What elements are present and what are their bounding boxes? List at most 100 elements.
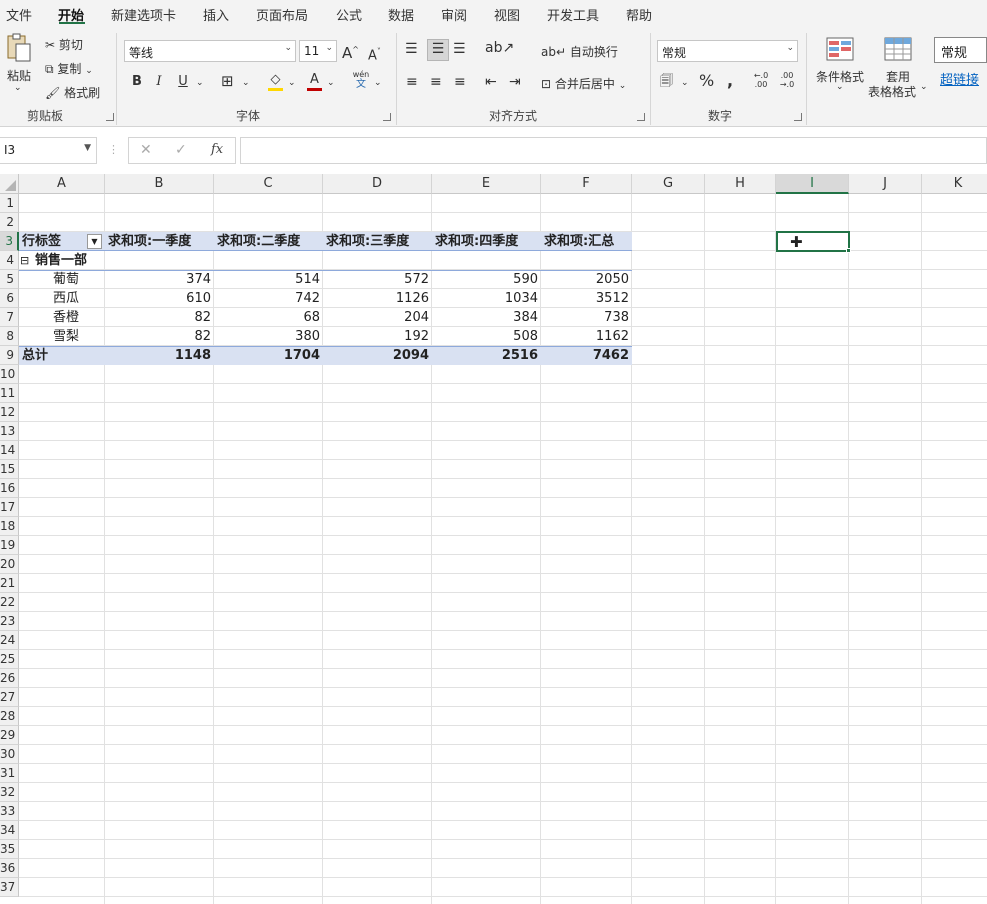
row-header-31[interactable]: 31: [0, 764, 19, 783]
tab-review[interactable]: 审阅: [441, 5, 467, 24]
tab-formulas[interactable]: 公式: [336, 5, 362, 24]
fill-color-icon[interactable]: ◇: [268, 71, 283, 91]
row-header-8[interactable]: 8: [0, 327, 19, 346]
chevron-down-icon[interactable]: ⌄: [288, 74, 296, 92]
tab-view[interactable]: 视图: [494, 5, 520, 24]
spreadsheet-grid[interactable]: ABCDEFGHIJK 1 2 3 4 5 6 7 8 9 10 11 12 13 14 15 16 17 18 1…: [0, 174, 987, 904]
row-header-7[interactable]: 7: [0, 308, 19, 327]
column-header-h[interactable]: H: [705, 174, 776, 194]
fill-handle[interactable]: [846, 248, 851, 253]
chevron-down-icon[interactable]: ⌄: [836, 82, 844, 92]
drag-handle-icon[interactable]: ⋮: [108, 143, 119, 156]
row-header-24[interactable]: 24: [0, 631, 19, 650]
conditional-format-icon[interactable]: [826, 37, 856, 63]
row-header-23[interactable]: 23: [0, 612, 19, 631]
number-format-select[interactable]: 常规 ⌄: [657, 40, 798, 62]
align-middle-icon[interactable]: ☰: [427, 39, 449, 61]
column-header-d[interactable]: D: [323, 174, 432, 194]
row-header-20[interactable]: 20: [0, 555, 19, 574]
column-header-k[interactable]: K: [922, 174, 987, 194]
align-bottom-icon[interactable]: ☰: [453, 40, 466, 58]
row-header-16[interactable]: 16: [0, 479, 19, 498]
cell-style-normal[interactable]: 常规: [934, 37, 987, 63]
cancel-icon[interactable]: ✕: [140, 142, 152, 158]
font-color-icon[interactable]: A: [307, 71, 322, 91]
column-header-a[interactable]: A: [19, 174, 105, 194]
column-header-b[interactable]: B: [105, 174, 214, 194]
merge-center-button[interactable]: ⊡ 合并后居中 ⌄: [541, 75, 626, 92]
column-header-c[interactable]: C: [214, 174, 323, 194]
row-header-19[interactable]: 19: [0, 536, 19, 555]
enter-icon[interactable]: ✓: [175, 142, 187, 158]
font-name-select[interactable]: 等线 ⌄: [124, 40, 296, 62]
align-top-icon[interactable]: ☰: [405, 40, 418, 58]
row-header-11[interactable]: 11: [0, 384, 19, 403]
percent-button[interactable]: %: [699, 72, 714, 90]
insert-function-icon[interactable]: fx: [211, 142, 223, 157]
increase-indent-icon[interactable]: ⇥: [509, 73, 521, 91]
number-launcher-icon[interactable]: [794, 113, 802, 121]
tab-file[interactable]: 文件: [6, 5, 32, 24]
row-header-21[interactable]: 21: [0, 574, 19, 593]
chevron-down-icon[interactable]: ⌄: [327, 74, 335, 92]
chevron-down-icon[interactable]: ⌄: [681, 74, 689, 92]
align-center-icon[interactable]: ≡: [430, 73, 442, 91]
row-header-13[interactable]: 13: [0, 422, 19, 441]
border-icon[interactable]: ⊞: [221, 72, 234, 90]
underline-button[interactable]: U: [177, 73, 189, 91]
paste-dropdown-icon[interactable]: ⌄: [14, 83, 22, 93]
increase-decimal-button[interactable]: ←.0 .00: [752, 71, 770, 89]
row-header-33[interactable]: 33: [0, 802, 19, 821]
row-header-15[interactable]: 15: [0, 460, 19, 479]
column-header-g[interactable]: G: [632, 174, 705, 194]
row-header-1[interactable]: 1: [0, 194, 19, 213]
column-header-i[interactable]: I: [776, 174, 849, 194]
cell-style-hyperlink[interactable]: 超链接: [934, 65, 987, 91]
row-header-34[interactable]: 34: [0, 821, 19, 840]
comma-button[interactable]: ,: [727, 72, 733, 90]
row-header-14[interactable]: 14: [0, 441, 19, 460]
row-header-17[interactable]: 17: [0, 498, 19, 517]
name-box[interactable]: I3 ▼: [0, 137, 97, 164]
clipboard-launcher-icon[interactable]: [106, 113, 114, 121]
row-header-12[interactable]: 12: [0, 403, 19, 422]
wrap-text-button[interactable]: ab↵ 自动换行: [541, 43, 618, 60]
phonetic-icon[interactable]: wén 文: [352, 70, 370, 90]
shrink-font-button[interactable]: A˅: [368, 43, 381, 65]
row-header-22[interactable]: 22: [0, 593, 19, 612]
tab-new-tab[interactable]: 新建选项卡: [111, 5, 176, 24]
orientation-icon[interactable]: ab↗: [485, 39, 514, 57]
table-format-icon[interactable]: [884, 37, 914, 63]
font-size-select[interactable]: 11 ⌄: [299, 40, 337, 62]
table-format-label-2[interactable]: 表格格式: [868, 83, 916, 100]
row-header-28[interactable]: 28: [0, 707, 19, 726]
row-header-37[interactable]: 37: [0, 878, 19, 897]
alignment-launcher-icon[interactable]: [637, 113, 645, 121]
decrease-indent-icon[interactable]: ⇤: [485, 73, 497, 91]
tab-help[interactable]: 帮助: [626, 5, 652, 24]
row-header-2[interactable]: 2: [0, 213, 19, 232]
align-right-icon[interactable]: ≡: [454, 73, 466, 91]
select-all-button[interactable]: [0, 174, 19, 194]
row-header-25[interactable]: 25: [0, 650, 19, 669]
currency-icon[interactable]: 🗐: [660, 73, 673, 91]
chevron-down-icon[interactable]: ⌄: [920, 82, 928, 92]
row-header-35[interactable]: 35: [0, 840, 19, 859]
row-header-3[interactable]: 3: [0, 232, 19, 251]
selected-cell[interactable]: [776, 231, 850, 252]
font-launcher-icon[interactable]: [383, 113, 391, 121]
row-header-30[interactable]: 30: [0, 745, 19, 764]
grow-font-button[interactable]: A^: [342, 41, 359, 62]
column-header-e[interactable]: E: [432, 174, 541, 194]
row-header-32[interactable]: 32: [0, 783, 19, 802]
decrease-decimal-button[interactable]: .00 →.0: [778, 71, 796, 89]
format-painter-button[interactable]: 🖌 格式刷: [45, 84, 100, 101]
italic-button[interactable]: I: [153, 73, 165, 91]
chevron-down-icon[interactable]: ⌄: [196, 74, 204, 92]
tab-insert[interactable]: 插入: [203, 5, 229, 24]
tab-developer[interactable]: 开发工具: [547, 5, 599, 24]
formula-input[interactable]: [240, 137, 987, 164]
row-header-18[interactable]: 18: [0, 517, 19, 536]
row-header-4[interactable]: 4: [0, 251, 19, 270]
row-header-6[interactable]: 6: [0, 289, 19, 308]
